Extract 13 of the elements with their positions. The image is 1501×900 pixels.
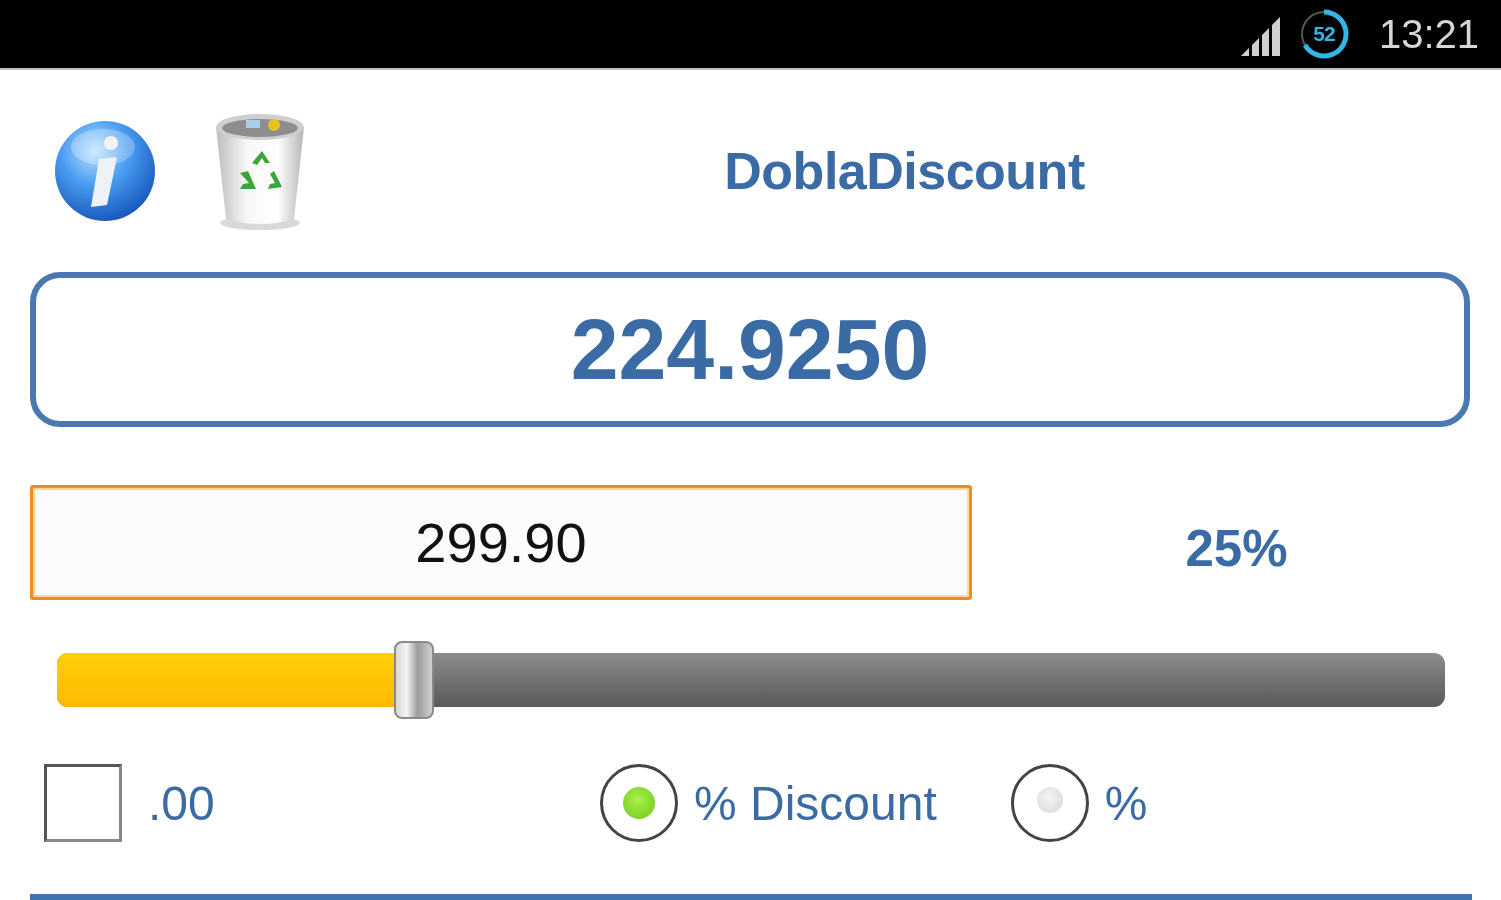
slider-thumb[interactable] — [394, 641, 434, 720]
price-input[interactable]: 299.90 — [30, 484, 972, 600]
info-icon[interactable] — [53, 119, 157, 223]
checkbox-label: .00 — [148, 775, 215, 831]
battery-ring-icon — [1298, 9, 1349, 59]
radio-label: % — [1104, 775, 1148, 831]
clock-time: 13:21 — [1378, 11, 1479, 57]
result-display: 224.9250 — [30, 272, 1470, 427]
checkbox[interactable] — [44, 764, 122, 843]
app-title: DoblaDiscount — [723, 141, 1086, 201]
battery-percent: 52 — [1313, 22, 1335, 46]
discount-reading: 25% — [1184, 518, 1289, 578]
radio-label: % Discount — [694, 775, 937, 831]
